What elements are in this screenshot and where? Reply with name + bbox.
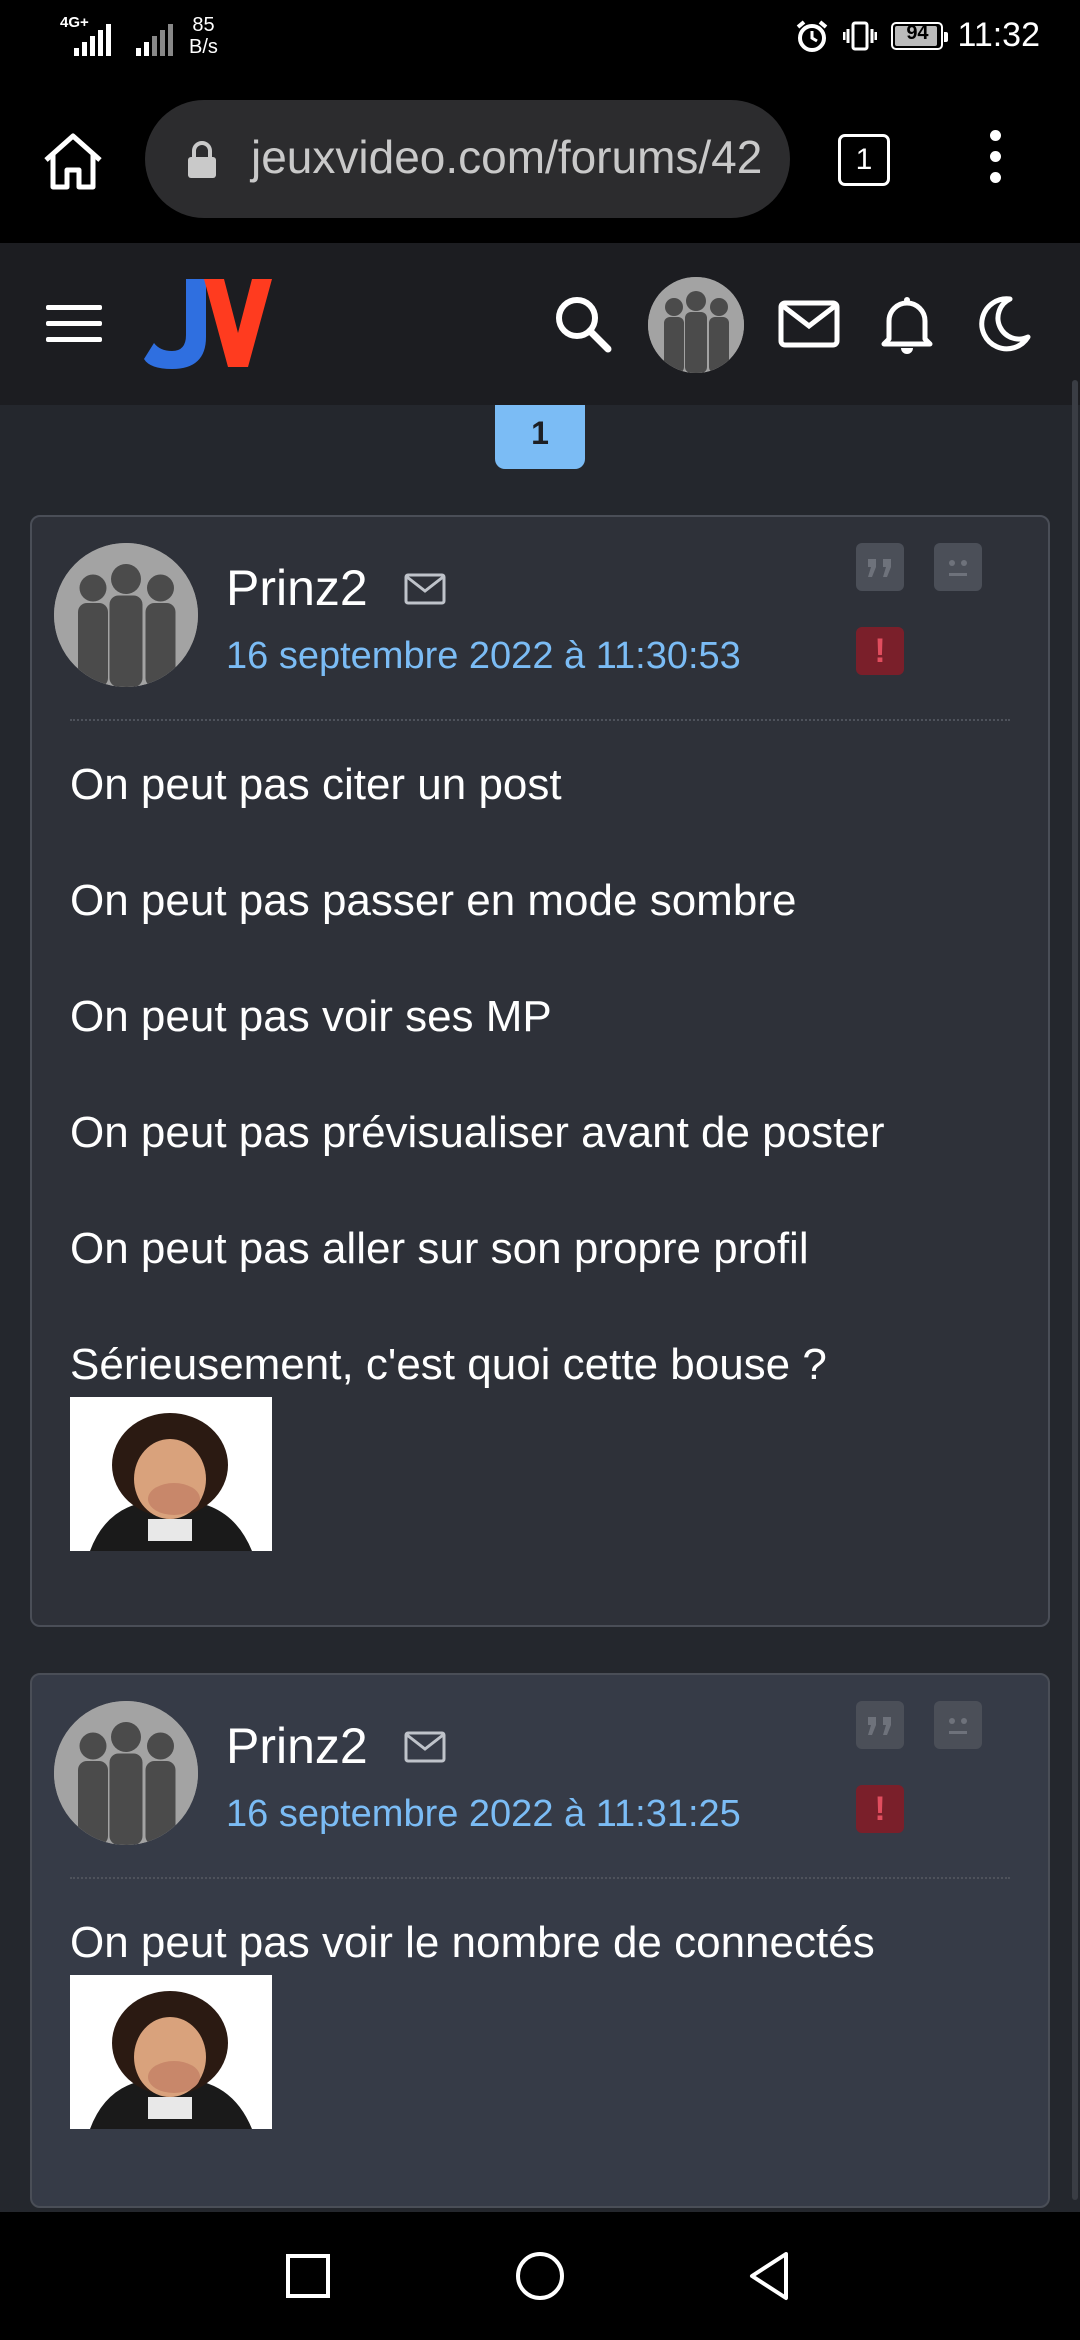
avatar[interactable] xyxy=(648,277,744,373)
forum-post: Prinz2 16 septembre 2022 à 11:31:25 ! On… xyxy=(30,1673,1050,2208)
quote-button[interactable] xyxy=(856,1701,904,1749)
moon-icon[interactable] xyxy=(970,291,1036,357)
speed-value: 85 xyxy=(192,14,215,36)
sticker-image[interactable] xyxy=(70,1397,272,1551)
tabs-button[interactable]: 1 xyxy=(838,134,890,186)
clock: 11:32 xyxy=(957,16,1040,54)
report-button[interactable]: ! xyxy=(856,627,904,675)
post-body: On peut pas voir le nombre de connectés xyxy=(70,1919,1010,2129)
status-bar: 4G+ 85 B/s 94 11:32 xyxy=(0,0,1080,78)
post-line: On peut pas aller sur son propre profil xyxy=(70,1224,809,1273)
send-mp-icon[interactable] xyxy=(404,573,446,605)
battery-level: 94 xyxy=(906,21,929,44)
jv-logo[interactable] xyxy=(142,275,272,375)
forum-post: Prinz2 16 septembre 2022 à 11:30:53 ! On… xyxy=(30,515,1050,1627)
silhouette-image xyxy=(648,277,744,373)
signal-icon xyxy=(136,24,173,56)
post-body: On peut pas citer un post On peut pas pa… xyxy=(70,761,1010,1551)
avatar[interactable] xyxy=(54,1701,198,1845)
post-separator xyxy=(70,1877,1010,1879)
sad-face-icon xyxy=(949,560,967,576)
post-date[interactable]: 16 septembre 2022 à 11:30:53 xyxy=(226,635,741,678)
post-line: On peut pas voir le nombre de connectés xyxy=(70,1918,875,1967)
battery-icon: 94 xyxy=(891,21,949,50)
sad-face-button[interactable] xyxy=(934,1701,982,1749)
site-header xyxy=(0,243,1080,405)
address-bar[interactable]: jeuxvideo.com/forums/42 xyxy=(145,100,790,218)
avatar[interactable] xyxy=(54,543,198,687)
send-mp-icon[interactable] xyxy=(404,1731,446,1763)
browser-toolbar: jeuxvideo.com/forums/42 1 xyxy=(0,78,1080,243)
pagination-current-page[interactable]: 1 xyxy=(495,405,585,469)
post-line: On peut pas citer un post xyxy=(70,760,562,809)
post-date[interactable]: 16 septembre 2022 à 11:31:25 xyxy=(226,1793,741,1836)
status-right: 94 11:32 xyxy=(795,16,1040,55)
post-line: Sérieusement, c'est quoi cette bouse ? xyxy=(70,1340,827,1389)
post-author[interactable]: Prinz2 xyxy=(226,559,368,617)
search-icon[interactable] xyxy=(550,291,616,357)
more-vert-icon[interactable] xyxy=(985,130,1005,194)
system-nav-bar xyxy=(0,2212,1080,2340)
silhouette-image xyxy=(54,543,198,687)
scrollbar[interactable] xyxy=(1072,380,1078,2200)
home-nav-icon[interactable] xyxy=(512,2248,568,2304)
home-icon[interactable] xyxy=(40,130,106,192)
post-line: On peut pas prévisualiser avant de poste… xyxy=(70,1108,885,1157)
back-icon[interactable] xyxy=(742,2248,798,2304)
hamburger-icon[interactable] xyxy=(46,305,102,343)
recents-icon[interactable] xyxy=(280,2248,336,2304)
speed-unit: B/s xyxy=(189,36,218,58)
alarm-icon xyxy=(797,19,828,52)
url-text: jeuxvideo.com/forums/42 xyxy=(251,131,763,183)
status-left: 4G+ 85 B/s xyxy=(60,14,218,58)
report-button[interactable]: ! xyxy=(856,1785,904,1833)
quote-icon xyxy=(868,559,891,577)
sticker-image[interactable] xyxy=(70,1975,272,2129)
post-separator xyxy=(70,719,1010,721)
quote-icon xyxy=(868,1717,891,1735)
silhouette-image xyxy=(54,1701,198,1845)
post-author[interactable]: Prinz2 xyxy=(226,1717,368,1775)
sad-face-icon xyxy=(949,1718,967,1734)
network-indicator: 4G+ xyxy=(60,14,120,56)
signal-icon xyxy=(74,24,111,56)
post-line: On peut pas passer en mode sombre xyxy=(70,876,797,925)
quote-button[interactable] xyxy=(856,543,904,591)
bell-icon[interactable] xyxy=(874,291,940,357)
sad-face-button[interactable] xyxy=(934,543,982,591)
mail-icon[interactable] xyxy=(776,291,842,357)
post-line: On peut pas voir ses MP xyxy=(70,992,552,1041)
network-speed: 85 B/s xyxy=(189,14,218,58)
lock-icon xyxy=(188,141,216,178)
vibrate-icon xyxy=(843,21,878,50)
